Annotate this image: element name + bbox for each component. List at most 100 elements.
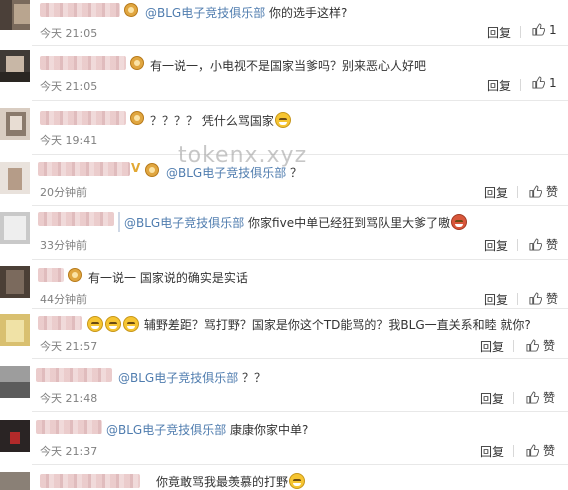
- angry-emoji-icon: [451, 214, 468, 230]
- comment-time: 今天 21:48: [40, 392, 98, 405]
- comment-text: 有一说一，小电视不是国家当爹吗？别来恶心人好吧: [150, 59, 427, 73]
- username[interactable]: [38, 268, 64, 282]
- like-button[interactable]: 赞: [526, 389, 555, 406]
- comment-time: 今天 21:37: [40, 445, 98, 458]
- comment-text: @BLG电子竞技俱乐部 你的选手这样?: [145, 6, 348, 20]
- like-button[interactable]: 赞: [529, 236, 558, 253]
- member-badge-icon: [68, 268, 82, 282]
- comment-item: @BLG电子竞技俱乐部 你家five中单已经狂到骂队里大爹了嗷 33分钟前 回复…: [0, 208, 568, 260]
- member-badge-icon: [130, 56, 144, 70]
- row-divider: [32, 259, 568, 260]
- thumb-up-icon: [529, 292, 542, 305]
- mention-link[interactable]: @BLG电子竞技俱乐部: [124, 216, 244, 230]
- row-divider: [32, 358, 568, 359]
- divider: [513, 340, 514, 352]
- avatar[interactable]: [0, 212, 30, 244]
- mention-link[interactable]: @BLG电子竞技俱乐部: [106, 423, 226, 437]
- thumb-up-icon: [532, 76, 545, 89]
- row-divider: [32, 464, 568, 465]
- comment-text: @BLG电子竞技俱乐部 ？？: [118, 371, 267, 385]
- verified-icon: V: [131, 161, 141, 175]
- reply-button[interactable]: 回复: [484, 237, 508, 254]
- comment-time: 今天 21:05: [40, 80, 98, 93]
- grin-emoji-icon: [123, 316, 139, 332]
- reply-button[interactable]: 回复: [480, 338, 504, 355]
- avatar[interactable]: [0, 0, 30, 30]
- comment-time: 今天 21:05: [40, 27, 98, 40]
- like-button[interactable]: 1: [532, 76, 557, 90]
- member-badge-icon: [124, 3, 138, 17]
- avatar[interactable]: [0, 266, 30, 298]
- mention-link[interactable]: @BLG电子竞技俱乐部: [118, 371, 238, 385]
- username[interactable]: [36, 368, 112, 382]
- mention-link[interactable]: @BLG电子竞技俱乐部: [166, 166, 286, 180]
- avatar[interactable]: [0, 472, 30, 490]
- comment-item: 有一说一，小电视不是国家当爹吗？别来恶心人好吧 今天 21:05 回复 1: [0, 50, 568, 100]
- comment-text: 辅野差距？骂打野？国家是你这个TD能骂的？我BLG一直关系和睦 就你?: [86, 316, 531, 333]
- username[interactable]: [38, 162, 130, 176]
- comment-item: 辅野差距？骂打野？国家是你这个TD能骂的？我BLG一直关系和睦 就你? 今天 2…: [0, 312, 568, 360]
- comment-item: 你竟敢骂我最羡慕的打野: [0, 466, 568, 490]
- comment-time: 44分钟前: [40, 293, 87, 306]
- thumb-up-icon: [529, 238, 542, 251]
- row-divider: [32, 45, 568, 46]
- avatar[interactable]: [0, 162, 30, 194]
- comment-text: ？？？？ 凭什么骂国家: [150, 112, 292, 129]
- thumb-up-icon: [526, 391, 539, 404]
- username[interactable]: [38, 212, 114, 226]
- row-divider: [32, 100, 568, 101]
- like-button[interactable]: 赞: [526, 337, 555, 354]
- comment-time: 今天 21:57: [40, 340, 98, 353]
- divider: [513, 445, 514, 457]
- member-badge-icon: [130, 111, 144, 125]
- divider: [513, 392, 514, 404]
- reply-button[interactable]: 回复: [487, 24, 511, 41]
- grin-emoji-icon: [289, 473, 306, 489]
- reply-button[interactable]: 回复: [484, 184, 508, 201]
- reply-button[interactable]: 回复: [487, 77, 511, 94]
- comment-text: 你竟敢骂我最羡慕的打野: [156, 473, 306, 490]
- reply-button[interactable]: 回复: [480, 443, 504, 460]
- mention-link[interactable]: @BLG电子竞技俱乐部: [145, 6, 265, 20]
- row-divider: [32, 411, 568, 412]
- username[interactable]: [40, 3, 120, 17]
- avatar[interactable]: [0, 314, 30, 346]
- thumb-up-icon: [529, 185, 542, 198]
- divider: [520, 26, 521, 38]
- username[interactable]: [40, 111, 126, 125]
- username[interactable]: [40, 474, 140, 488]
- divider: [517, 293, 518, 305]
- comment-text: @BLG电子竞技俱乐部 康康你家中单?: [106, 423, 309, 437]
- comment-item: @BLG电子竞技俱乐部 你的选手这样? 今天 21:05 回复 1: [0, 0, 568, 50]
- username[interactable]: [36, 420, 102, 434]
- member-badge-icon: [145, 163, 159, 177]
- like-button[interactable]: 1: [532, 23, 557, 37]
- comment-time: 今天 19:41: [40, 134, 98, 147]
- comment-item: 有一说一 国家说的确实是实话 44分钟前 回复 赞: [0, 262, 568, 312]
- divider: [517, 186, 518, 198]
- thumb-up-icon: [526, 339, 539, 352]
- comment-item: @BLG电子竞技俱乐部 ？？ 今天 21:48 回复 赞: [0, 362, 568, 410]
- grin-emoji-icon: [274, 112, 291, 128]
- row-divider: [32, 308, 568, 309]
- divider: [517, 239, 518, 251]
- like-button[interactable]: 赞: [529, 290, 558, 307]
- avatar[interactable]: [0, 108, 30, 140]
- comment-time: 33分钟前: [40, 239, 87, 252]
- comment-text: @BLG电子竞技俱乐部 你家five中单已经狂到骂队里大爹了嗷: [124, 214, 468, 231]
- avatar[interactable]: [0, 420, 30, 452]
- avatar[interactable]: [0, 366, 30, 398]
- reply-button[interactable]: 回复: [484, 291, 508, 308]
- comment-text: @BLG电子竞技俱乐部 ？: [166, 166, 303, 180]
- like-button[interactable]: 赞: [526, 442, 555, 459]
- thumb-up-icon: [532, 23, 545, 36]
- like-button[interactable]: 赞: [529, 183, 558, 200]
- thumb-up-icon: [526, 444, 539, 457]
- reply-button[interactable]: 回复: [480, 390, 504, 407]
- row-divider: [32, 205, 568, 206]
- username[interactable]: [38, 316, 82, 330]
- avatar[interactable]: [0, 50, 30, 82]
- comment-item: @BLG电子竞技俱乐部 康康你家中单? 今天 21:37 回复 赞: [0, 414, 568, 462]
- grin-emoji-icon: [105, 316, 121, 332]
- username[interactable]: [40, 56, 126, 70]
